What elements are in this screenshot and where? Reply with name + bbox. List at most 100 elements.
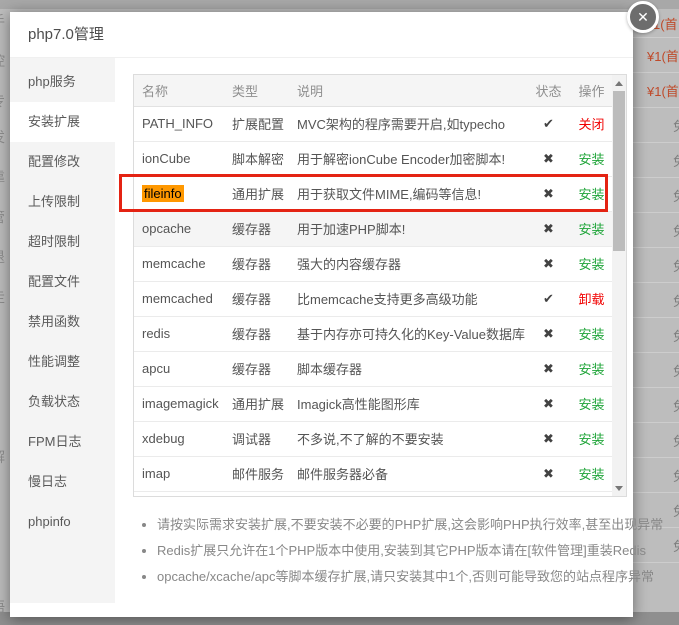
action-link[interactable]: 安装	[578, 222, 604, 237]
column-header-3: 状态	[526, 75, 571, 107]
partial-glyph: 免	[633, 186, 679, 205]
partial-glyph: 免	[633, 221, 679, 240]
desc-cell: 比memcache支持更多高级功能	[289, 281, 526, 317]
action-link[interactable]: 安装	[578, 187, 604, 202]
type-cell: 缓存器	[224, 316, 289, 352]
action-link[interactable]: 关闭	[578, 117, 604, 132]
table-body: PATH_INFO 扩展配置 MVC架构的程序需要开启,如typecho ✔ 关闭 ion…	[134, 106, 612, 496]
extension-name: memcached	[142, 291, 213, 306]
scroll-down-button[interactable]	[612, 481, 626, 495]
price-text: ¥1(首	[647, 83, 679, 99]
desc-cell: 强大的内容缓存器	[289, 246, 526, 282]
backdrop-row: 免	[633, 423, 679, 458]
scroll-up-button[interactable]	[612, 76, 626, 90]
backdrop-row: 免	[633, 388, 679, 423]
extension-name: memcache	[142, 256, 206, 271]
close-button[interactable]: ✕	[627, 1, 659, 33]
sidebar-item-6[interactable]: 禁用函数	[10, 302, 115, 342]
sidebar-item-8[interactable]: 负载状态	[10, 382, 115, 422]
scrollbar-thumb[interactable]	[613, 91, 625, 251]
dialog-sidebar: php服务 安装扩展 配置修改 上传限制 超时限制 配置文件 禁用函数 性能调整 负载状态 FPM…	[10, 58, 115, 603]
action-cell: 安装	[571, 456, 612, 492]
cross-icon: ✖	[543, 360, 554, 376]
name-cell: opcache	[134, 211, 224, 247]
status-cell: ✖	[526, 246, 571, 282]
status-cell: ✔	[526, 106, 571, 142]
action-link[interactable]: 安装	[578, 257, 604, 272]
status-cell: ✖	[526, 421, 571, 457]
sidebar-item-7[interactable]: 性能调整	[10, 342, 115, 382]
name-cell: memcached	[134, 281, 224, 317]
table-row: imagemagick 通用扩展 Imagick高性能图形库 ✖ 安装	[134, 386, 612, 422]
status-cell: ✖	[526, 141, 571, 177]
table-scrollbar[interactable]	[612, 75, 626, 496]
name-cell: xdebug	[134, 421, 224, 457]
desc-cell: 不多说,不了解的不要安装	[289, 421, 526, 457]
column-header-4: 操作	[571, 75, 612, 107]
desc-cell: 用于获取文件MIME,编码等信息!	[289, 176, 526, 212]
action-link[interactable]: 安装	[578, 152, 604, 167]
extension-name: ionCube	[142, 151, 191, 166]
close-icon: ✕	[637, 8, 649, 25]
table-row: ionCube 脚本解密 用于解密ionCube Encoder加密脚本! ✖ 安装	[134, 141, 612, 177]
sidebar-item-4[interactable]: 超时限制	[10, 222, 115, 262]
type-cell: 脚本解密	[224, 141, 289, 177]
type-cell: 缓存器	[224, 351, 289, 387]
backdrop-row: 免	[633, 458, 679, 493]
partial-glyph: 免	[633, 466, 679, 485]
action-link[interactable]: 安装	[578, 362, 604, 377]
name-cell: ionCube	[134, 141, 224, 177]
sidebar-item-10[interactable]: 慢日志	[10, 462, 115, 502]
backdrop-row: 免	[633, 178, 679, 213]
extension-name: apcu	[142, 361, 171, 376]
name-cell: PATH_INFO	[134, 106, 224, 142]
name-cell: apcu	[134, 351, 224, 387]
action-link[interactable]: 卸载	[578, 292, 604, 307]
column-header-1: 类型	[224, 75, 289, 107]
type-cell: 邮件服务	[224, 456, 289, 492]
cross-icon: ✖	[543, 255, 554, 271]
name-cell: fileinfo	[134, 176, 224, 212]
sidebar-item-1[interactable]: 安装扩展	[10, 102, 115, 142]
partial-glyph: 免	[633, 326, 679, 345]
backdrop-row: ¥1(首	[633, 73, 679, 108]
sidebar-item-0[interactable]: php服务	[10, 62, 115, 102]
status-cell: ✔	[526, 281, 571, 317]
price-text: ¥1(首	[647, 48, 679, 64]
action-link[interactable]: 安装	[578, 467, 604, 482]
type-cell: 缓存器	[224, 211, 289, 247]
cross-icon: ✖	[543, 395, 554, 411]
action-link[interactable]: 安装	[578, 432, 604, 447]
action-cell: 安装	[571, 176, 612, 212]
sidebar-item-5[interactable]: 配置文件	[10, 262, 115, 302]
column-header-0: 名称	[134, 75, 224, 107]
name-cell	[134, 491, 224, 496]
action-link[interactable]: 安装	[578, 397, 604, 412]
php-manage-dialog: php7.0管理 php服务 安装扩展 配置修改 上传限制 超时限制 配置文件 禁用函数 性能…	[10, 12, 663, 617]
sidebar-item-3[interactable]: 上传限制	[10, 182, 115, 222]
type-cell: 通用扩展	[224, 176, 289, 212]
partial-glyph: 退	[0, 247, 9, 267]
desc-cell: 邮件服务器必备	[289, 456, 526, 492]
name-cell: memcache	[134, 246, 224, 282]
sidebar-item-2[interactable]: 配置修改	[10, 142, 115, 182]
partial-glyph: d	[0, 367, 9, 383]
backdrop-left-strip: 手控专发靠管退走 d 解 N 语	[0, 9, 10, 612]
check-icon: ✔	[543, 115, 554, 131]
status-cell: ✖	[526, 456, 571, 492]
partial-glyph: 手	[0, 11, 9, 31]
action-link[interactable]: 安装	[578, 327, 604, 342]
partial-glyph: 语	[0, 597, 9, 612]
partial-glyph: 走	[0, 287, 9, 307]
partial-glyph: 管	[0, 207, 9, 227]
table-row: redis 缓存器 基于内存亦可持久化的Key-Value数据库 ✖ 安装	[134, 316, 612, 352]
backdrop-row: 免	[633, 318, 679, 353]
sidebar-item-9[interactable]: FPM日志	[10, 422, 115, 462]
column-header-2: 说明	[289, 75, 526, 107]
sidebar-item-11[interactable]: phpinfo	[10, 502, 115, 542]
partial-glyph: 免	[633, 151, 679, 170]
action-cell: 安装	[571, 316, 612, 352]
backdrop-row: 免	[633, 108, 679, 143]
partial-glyph: 免	[633, 431, 679, 450]
table-row: PATH_INFO 扩展配置 MVC架构的程序需要开启,如typecho ✔ 关闭	[134, 106, 612, 142]
